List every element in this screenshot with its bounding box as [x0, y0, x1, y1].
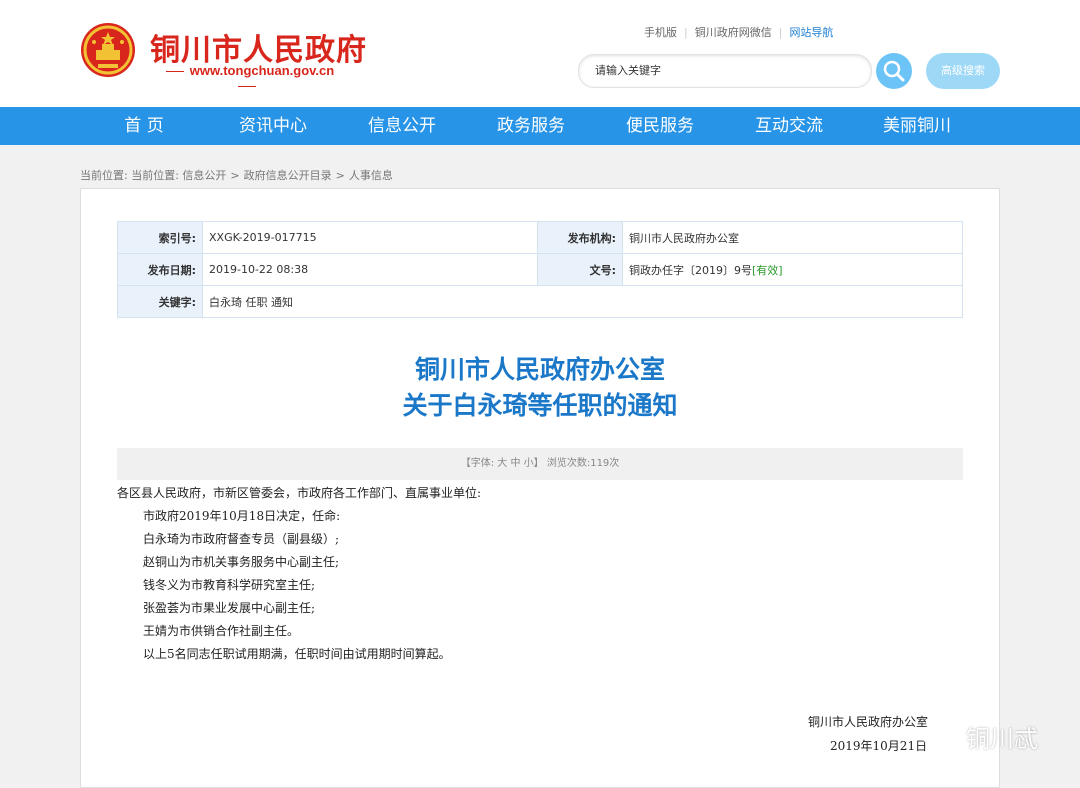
main-nav: 首 页 资讯中心 信息公开 政务服务 便民服务 互动交流 美丽铜川 — [0, 107, 1080, 145]
paragraph: 张盈荟为市果业发展中心副主任; — [143, 601, 316, 615]
index-value: XXGK-2019-017715 — [202, 221, 538, 254]
font-size-label: 【字体: — [460, 458, 495, 469]
font-medium-button[interactable]: 中 — [510, 458, 520, 469]
breadcrumb-catalog[interactable]: 政府信息公开目录 — [244, 169, 332, 182]
font-small-button[interactable]: 小 — [524, 458, 534, 469]
breadcrumb-personnel[interactable]: 人事信息 — [349, 169, 393, 182]
publisher-label: 发布机构: — [537, 221, 623, 254]
index-label: 索引号: — [117, 221, 203, 254]
doc-no-value: 铜政办任字〔2019〕9号 — [629, 263, 752, 277]
sign-date: 2019年10月21日 — [830, 739, 928, 753]
search-button[interactable] — [876, 53, 912, 89]
advanced-search-button[interactable]: 高级搜索 — [926, 53, 1000, 89]
search-icon — [883, 60, 905, 82]
paragraph: 钱冬义为市教育科学研究室主任; — [143, 578, 316, 592]
keywords-value: 白永琦 任职 通知 — [202, 285, 963, 318]
mobile-link[interactable]: 手机版 — [644, 26, 677, 39]
nav-citizen-services[interactable]: 便民服务 — [600, 107, 720, 145]
nav-info-public[interactable]: 信息公开 — [342, 107, 462, 145]
publisher-value: 铜川市人民政府办公室 — [622, 221, 963, 254]
paragraph: 以上5名同志任职试用期满，任职时间由试用期时间算起。 — [143, 647, 451, 661]
font-large-button[interactable]: 大 — [497, 458, 507, 469]
paragraph: 白永琦为市政府督查专员（副县级）; — [143, 532, 340, 546]
nav-home[interactable]: 首 页 — [84, 107, 204, 145]
date-value: 2019-10-22 08:38 — [202, 253, 538, 286]
breadcrumb: 当前位置: 当前位置: 信息公开 > 政府信息公开目录 > 人事信息 — [80, 169, 393, 182]
views-count: 119次 — [590, 458, 620, 469]
validity-badge: [有效] — [752, 263, 783, 277]
paragraph: 市政府2019年10月18日决定，任命: — [143, 509, 341, 523]
site-header: 铜川市人民政府 www.tongchuan.gov.cn 手机版 | 铜川政府网微信… — [0, 0, 1080, 107]
signature: 铜川市人民政府办公室 — [808, 715, 929, 729]
wechat-link[interactable]: 铜川政府网微信 — [695, 26, 772, 39]
breadcrumb-info-public[interactable]: 当前位置: 当前位置: 信息公开 — [80, 169, 226, 182]
document-title-line2: 关于白永琦等任职的通知 — [402, 391, 678, 420]
nav-interaction[interactable]: 互动交流 — [729, 107, 849, 145]
keywords-label: 关键字: — [117, 285, 203, 318]
document-title-line1: 铜川市人民政府办公室 — [414, 355, 665, 384]
doc-no-cell: 铜政办任字〔2019〕9号[有效] — [622, 253, 963, 286]
wechat-icon — [921, 723, 959, 751]
metadata-table: 索引号: XXGK-2019-017715 发布机构: 铜川市人民政府办公室 发… — [117, 221, 963, 318]
document-toolbar: 【字体: 大 中 小】 浏览次数:119次 — [117, 448, 963, 480]
national-emblem-icon — [81, 23, 135, 77]
site-url: www.tongchuan.gov.cn — [152, 63, 342, 93]
date-label: 发布日期: — [117, 253, 203, 286]
search-input[interactable] — [593, 63, 857, 78]
views-label: 浏览次数: — [546, 458, 591, 469]
nav-beautiful-tongchuan[interactable]: 美丽铜川 — [857, 107, 977, 145]
watermark-text: 铜川忒 — [966, 725, 1038, 753]
doc-no-label: 文号: — [537, 253, 623, 286]
paragraph: 王婧为市供销合作社副主任。 — [143, 624, 300, 638]
search-box — [578, 54, 872, 88]
site-nav-link[interactable]: 网站导航 — [789, 26, 833, 39]
salutation: 各区县人民政府，市新区管委会，市政府各工作部门、直属事业单位: — [117, 486, 482, 500]
paragraph: 赵铜山为市机关事务服务中心副主任; — [143, 555, 340, 569]
top-links: 手机版 | 铜川政府网微信 | 网站导航 — [644, 26, 834, 39]
nav-gov-services[interactable]: 政务服务 — [471, 107, 591, 145]
font-size-end: 】 — [533, 458, 544, 469]
nav-news[interactable]: 资讯中心 — [213, 107, 333, 145]
